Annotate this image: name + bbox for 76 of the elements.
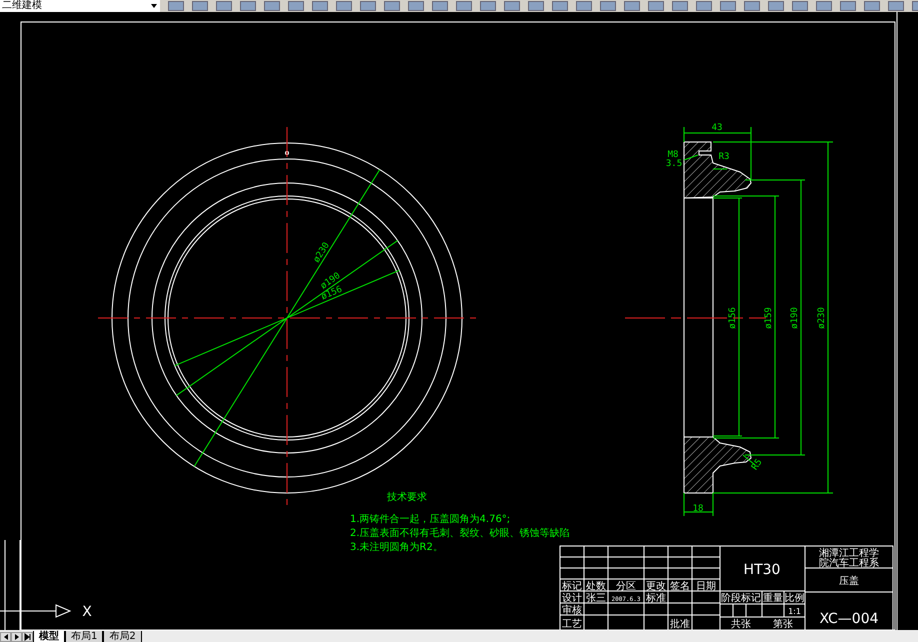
dimension-label: 18 — [692, 504, 704, 514]
material-label: HT30 — [744, 562, 780, 578]
toolbar-icon[interactable] — [456, 1, 472, 11]
toolbar-icon[interactable] — [216, 1, 232, 11]
note-line: 3.未注明圆角为R2。 — [350, 542, 443, 553]
toolbar-icon[interactable] — [360, 1, 376, 11]
axis-label: X — [82, 604, 92, 620]
dimension-label: ø159 — [764, 307, 774, 329]
toolbar-icon[interactable] — [696, 1, 712, 11]
layout-tab[interactable]: 模型 — [33, 631, 65, 642]
toolbar-icon[interactable] — [744, 1, 760, 11]
next-tab-icon[interactable] — [11, 632, 22, 642]
note-line: 1.两铸件合一起，压盖圆角为4.76°; — [350, 514, 510, 525]
toolbar-icon[interactable] — [840, 1, 856, 11]
dimension-label: ø230 — [817, 307, 827, 329]
toolbar-icon[interactable] — [240, 1, 256, 11]
title-block-label: 工艺 — [562, 619, 582, 630]
toolbar-icon[interactable] — [264, 1, 280, 11]
title-block-label: 批准 — [670, 619, 690, 630]
toolbar-icon[interactable] — [888, 1, 904, 11]
toolbar-icon[interactable] — [192, 1, 208, 11]
toolbar-icon[interactable] — [168, 1, 184, 11]
dimension-label: M8 — [668, 150, 678, 160]
toolbar-icon[interactable] — [288, 1, 304, 11]
scale-label: 1:1 — [788, 607, 801, 616]
toolbar-icon[interactable] — [312, 1, 328, 11]
toolbar-icon[interactable] — [864, 1, 880, 11]
title-block-label: 第张 — [773, 619, 793, 630]
toolbar-icon[interactable] — [408, 1, 424, 11]
dimension-label: 3.5 — [666, 159, 682, 169]
dimension-label: R3 — [718, 152, 730, 162]
part-name: 压盖 — [839, 576, 859, 587]
toolbar-icon[interactable] — [672, 1, 688, 11]
title-block-label: 审核 — [562, 605, 582, 616]
title-block-label: 签名 — [670, 581, 690, 592]
title-block-label: 更改 — [646, 581, 666, 592]
toolbar-icon[interactable] — [768, 1, 784, 11]
title-block-label: 张三 — [586, 593, 606, 604]
note-line: 2.压盖表面不得有毛刺、裂纹、砂眼、锈蚀等缺陷 — [350, 528, 570, 539]
title-block-label: 分区 — [616, 581, 636, 592]
title-block-label: 日期 — [696, 581, 716, 592]
title-block-label: 共张 — [731, 619, 751, 630]
title-block-label: 标准 — [646, 593, 666, 604]
title-block-label: 比例 — [784, 593, 804, 604]
ucs-axis-icon — [0, 540, 72, 630]
layout-tab[interactable]: 布局2 — [103, 631, 142, 642]
toolbar-icon[interactable] — [624, 1, 640, 11]
dimension-label: 43 — [712, 123, 722, 133]
title-block-label: 处数 — [586, 581, 606, 592]
title-block-label: 标记 — [562, 581, 582, 592]
caret-icon — [151, 4, 157, 8]
drawing-number: XC—004 — [819, 611, 879, 627]
toolbar-icon[interactable] — [480, 1, 496, 11]
toolbar-icon[interactable] — [792, 1, 808, 11]
title-block-label: 重量 — [763, 593, 783, 604]
toolbar-icon[interactable] — [600, 1, 616, 11]
toolbar-icon[interactable] — [816, 1, 832, 11]
toolbar-icon[interactable] — [528, 1, 544, 11]
toolbar-icon[interactable] — [384, 1, 400, 11]
title-block-label: 阶段标记 — [721, 593, 761, 604]
dimension-label: ø156 — [728, 307, 738, 329]
toolbar-icon[interactable] — [720, 1, 736, 11]
toolbar-icon[interactable] — [552, 1, 568, 11]
notes-title: 技术要求 — [387, 492, 427, 503]
toolbar-icon[interactable] — [648, 1, 664, 11]
dimension-label: ø190 — [790, 307, 800, 329]
toolbar-icon[interactable] — [576, 1, 592, 11]
toolbar-icon[interactable] — [432, 1, 448, 11]
first-tab-icon[interactable] — [0, 632, 11, 642]
title-block-label: 设计 — [562, 593, 582, 604]
toolbar-icon[interactable] — [504, 1, 520, 11]
school-name: 湘潭江工程学院汽车工程系 — [819, 548, 879, 569]
toolbar-icon[interactable] — [336, 1, 352, 11]
dimension-label: R5 — [750, 458, 765, 472]
last-tab-icon[interactable] — [22, 632, 33, 642]
layout-tab[interactable]: 布局1 — [65, 631, 104, 642]
